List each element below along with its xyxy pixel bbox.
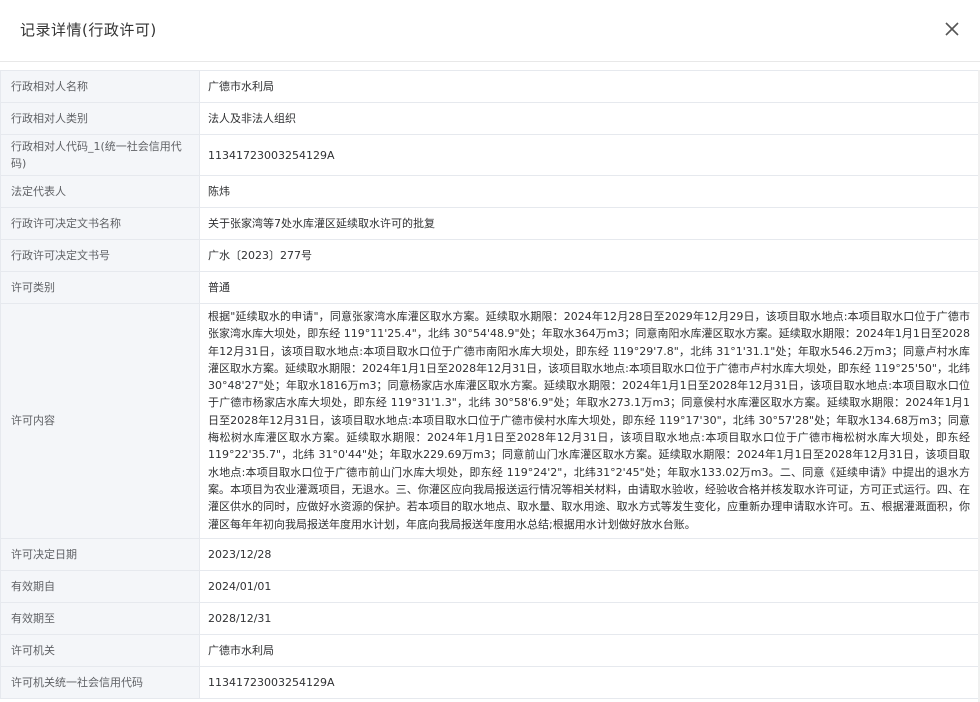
row-value: 11341723003254129A [199,665,979,699]
table-row: 有效期至 2028/12/31 [0,601,979,635]
table-row: 行政相对人代码_1(统一社会信用代码) 11341723003254129A [0,134,979,176]
row-value: 2023/12/28 [199,537,979,571]
modal-title: 记录详情(行政许可) [20,21,157,39]
row-value: 11341723003254129A [199,134,979,176]
table-row: 行政许可决定文书名称 关于张家湾等7处水库灌区延续取水许可的批复 [0,207,979,240]
row-value: 根据"延续取水的申请"，同意张家湾水库灌区取水方案。延续取水期限：2024年12… [199,303,979,539]
table-row: 行政相对人类别 法人及非法人组织 [0,102,979,135]
table-row: 许可机关 广德市水利局 [0,633,979,667]
row-label: 行政相对人代码_1(统一社会信用代码) [0,134,200,176]
row-label: 行政许可决定文书号 [0,239,200,272]
table-row: 许可内容 根据"延续取水的申请"，同意张家湾水库灌区取水方案。延续取水期限：20… [0,303,979,539]
row-value: 关于张家湾等7处水库灌区延续取水许可的批复 [199,207,979,240]
table-row: 许可机关统一社会信用代码 11341723003254129A [0,665,979,699]
row-label: 行政许可决定文书名称 [0,207,200,240]
row-value: 广德市水利局 [199,70,979,103]
row-value: 法人及非法人组织 [199,102,979,135]
row-label: 法定代表人 [0,175,200,208]
row-label: 行政相对人名称 [0,70,200,103]
table-row: 法定代表人 陈炜 [0,175,979,208]
row-value: 广德市水利局 [199,633,979,667]
row-label: 有效期自 [0,569,200,603]
row-value: 陈炜 [199,175,979,208]
modal-header: 记录详情(行政许可) [0,0,980,62]
table-row: 许可类别 普通 [0,271,979,304]
table-row: 许可决定日期 2023/12/28 [0,537,979,571]
row-label: 行政相对人类别 [0,102,200,135]
row-value: 2024/01/01 [199,569,979,603]
row-label: 许可决定日期 [0,537,200,571]
row-label: 有效期至 [0,601,200,635]
row-value: 2028/12/31 [199,601,979,635]
row-label: 许可机关统一社会信用代码 [0,665,200,699]
table-row: 行政相对人名称 广德市水利局 [0,70,979,103]
table-row: 行政许可决定文书号 广水〔2023〕277号 [0,239,979,272]
row-value: 广水〔2023〕277号 [199,239,979,272]
detail-table: 行政相对人名称 广德市水利局 行政相对人类别 法人及非法人组织 行政相对人代码_… [0,70,979,699]
table-row: 有效期自 2024/01/01 [0,569,979,603]
row-value: 普通 [199,271,979,304]
close-icon[interactable] [942,19,962,39]
close-button[interactable] [942,19,962,39]
row-label: 许可类别 [0,271,200,304]
row-label: 许可机关 [0,633,200,667]
row-label: 许可内容 [0,303,200,539]
detail-table-container[interactable]: 行政相对人名称 广德市水利局 行政相对人类别 法人及非法人组织 行政相对人代码_… [0,70,980,699]
